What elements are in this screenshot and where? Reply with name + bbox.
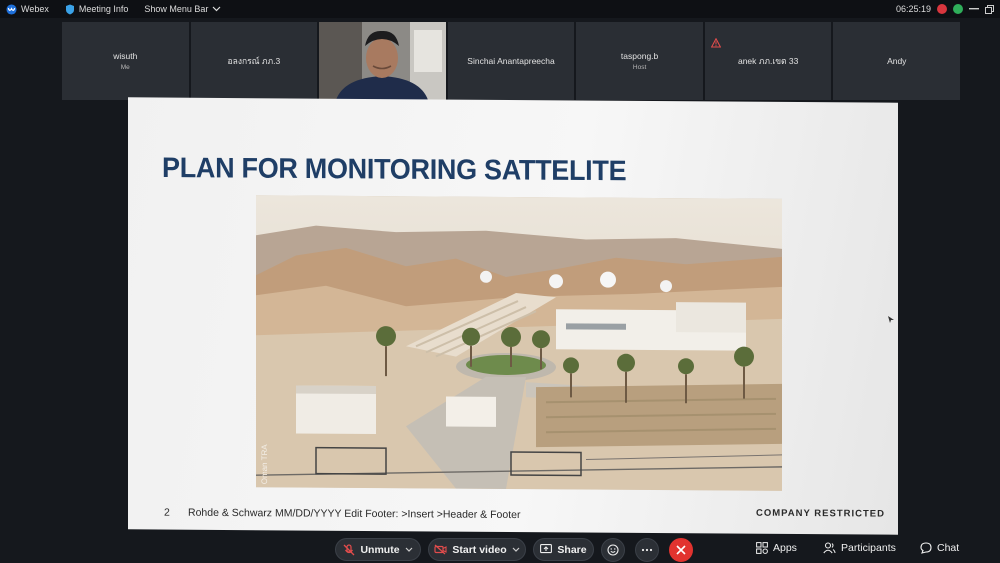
participant-tile[interactable]: Andy xyxy=(833,22,961,100)
emoji-icon xyxy=(607,544,619,556)
start-video-button[interactable]: Start video xyxy=(428,538,526,561)
cursor-icon xyxy=(888,316,894,323)
participant-tile[interactable]: อลงกรณ์ ภภ.3 xyxy=(190,22,318,100)
participant-strip: wisuth Me อลงกรณ์ ภภ.3 Sinchai Anantapre… xyxy=(62,22,961,100)
chevron-down-icon xyxy=(213,6,221,12)
show-menu-bar-label: Show Menu Bar xyxy=(144,4,209,14)
participant-name: Andy xyxy=(887,56,907,66)
connection-indicator-icon xyxy=(953,4,963,14)
minimize-icon[interactable] xyxy=(969,8,979,10)
end-call-icon xyxy=(676,545,686,555)
share-icon xyxy=(540,544,553,554)
restore-icon[interactable] xyxy=(985,4,994,14)
more-icon xyxy=(641,548,653,552)
participant-tile[interactable]: wisuth Me xyxy=(62,22,189,100)
recording-indicator-icon xyxy=(937,4,947,14)
meeting-info-button[interactable]: Meeting Info xyxy=(65,4,129,15)
participant-tile[interactable]: taspong.b Host xyxy=(576,22,703,100)
reactions-button[interactable] xyxy=(601,538,625,562)
participant-name: wisuth xyxy=(113,51,138,61)
photo-credit: Oman TRA xyxy=(260,444,269,485)
participant-tile[interactable]: Sinchai Anantapreecha xyxy=(447,22,575,100)
chevron-down-icon[interactable] xyxy=(405,547,413,552)
webex-app-menu[interactable]: Webex xyxy=(6,3,49,15)
info-icon xyxy=(65,4,74,14)
slide-title: PLAN FOR MONITORING SATTELITE xyxy=(162,151,627,187)
slide-page-number: 2 xyxy=(164,506,170,519)
participant-role: Me xyxy=(120,64,130,71)
participant-video-tile[interactable] xyxy=(319,22,446,100)
meeting-info-label: Meeting Info xyxy=(78,4,129,14)
apps-icon xyxy=(756,542,768,554)
participants-label: Participants xyxy=(841,542,896,554)
chevron-down-icon[interactable] xyxy=(512,547,520,552)
app-name: Webex xyxy=(21,4,49,14)
slide-photo: Oman TRA xyxy=(256,195,782,491)
chat-label: Chat xyxy=(937,542,960,554)
mic-muted-icon xyxy=(343,543,355,555)
slide-classification-label: COMPANY RESTRICTED xyxy=(755,507,885,520)
meeting-clock: 06:25:19 xyxy=(895,4,931,14)
top-right-status: 06:25:19 xyxy=(896,0,994,18)
unmute-button[interactable]: Unmute xyxy=(335,538,421,561)
participant-video xyxy=(319,22,446,100)
share-button[interactable]: Share xyxy=(533,538,594,561)
share-label: Share xyxy=(557,543,587,556)
participant-name: อลงกรณ์ ภภ.3 xyxy=(227,56,281,66)
webex-logo-icon xyxy=(6,3,17,15)
chat-button[interactable]: Chat xyxy=(920,542,959,554)
participant-name: taspong.b xyxy=(620,51,659,61)
apps-label: Apps xyxy=(773,542,797,554)
end-call-button[interactable] xyxy=(669,538,693,562)
meeting-controls: Unmute Start video Share Apps Participan… xyxy=(0,536,1000,563)
participant-name: Sinchai Anantapreecha xyxy=(467,56,555,66)
chat-icon xyxy=(920,542,932,554)
warning-icon xyxy=(710,38,721,48)
show-menu-bar-button[interactable]: Show Menu Bar xyxy=(144,4,221,14)
participant-name: anek ภภ.เขต 33 xyxy=(737,56,799,66)
top-bar: Webex Meeting Info Show Menu Bar 06:25:1… xyxy=(0,0,1000,18)
participants-button[interactable]: Participants xyxy=(823,542,896,554)
more-options-button[interactable] xyxy=(635,538,659,562)
shared-slide: PLAN FOR MONITORING SATTELITE Oman TRA 2… xyxy=(128,97,898,535)
slide-footer-text: Rohde & Schwarz MM/DD/YYYY Edit Footer: … xyxy=(188,506,521,522)
satellite-station-image xyxy=(256,195,782,491)
participant-tile[interactable]: anek ภภ.เขต 33 xyxy=(704,22,832,100)
unmute-label: Unmute xyxy=(360,543,400,556)
participant-role: Host xyxy=(632,64,647,71)
start-video-label: Start video xyxy=(452,543,507,556)
apps-button[interactable]: Apps xyxy=(756,542,797,554)
participants-icon xyxy=(823,542,836,554)
video-off-icon xyxy=(434,544,447,555)
